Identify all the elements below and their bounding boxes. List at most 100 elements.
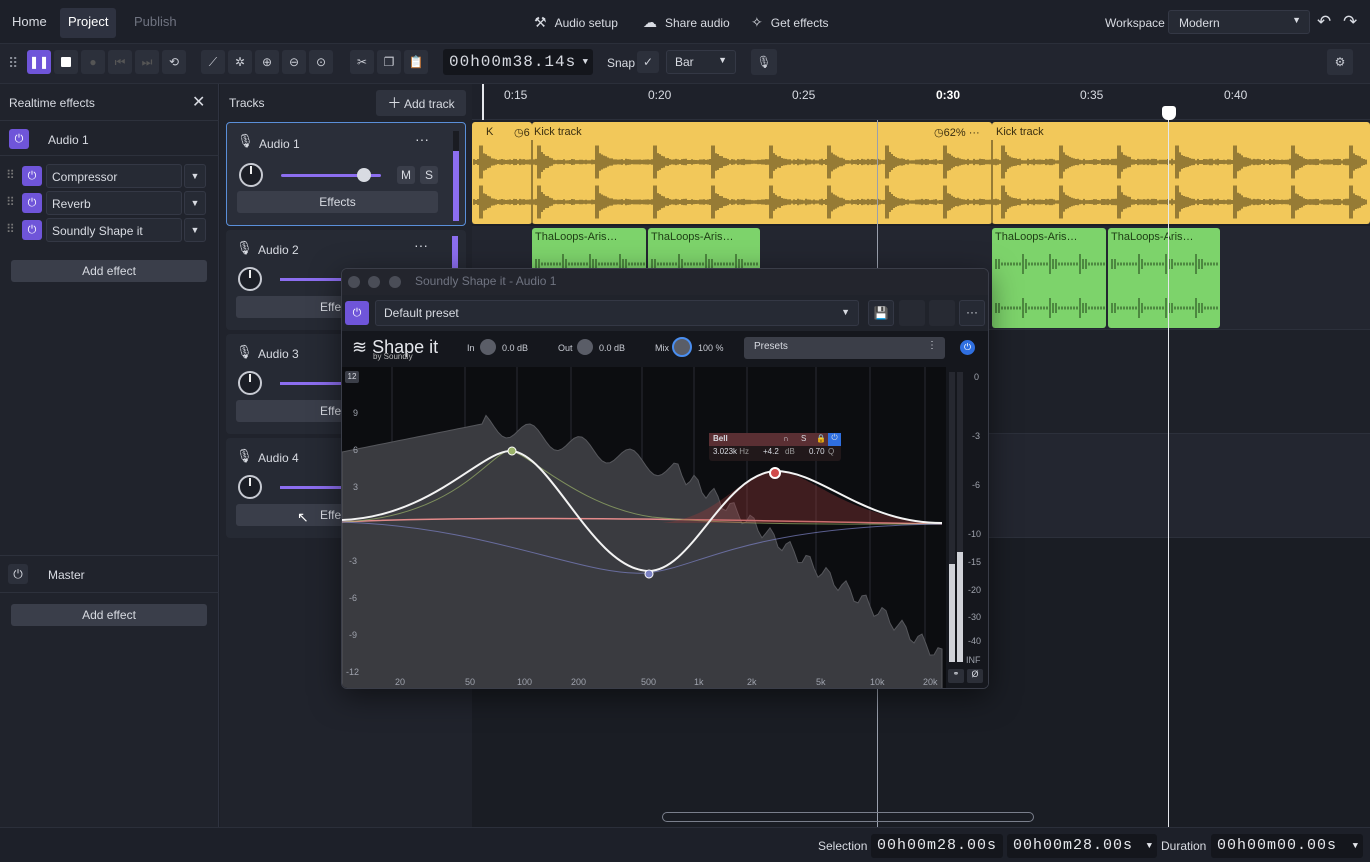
band-power-icon[interactable]: ⏻ [828, 433, 841, 446]
drag-handle-icon[interactable]: ⠿ [8, 55, 18, 72]
chevron-down-icon[interactable]: ▼ [184, 218, 206, 242]
cut-button[interactable]: ✂ [350, 50, 374, 74]
get-effects-button[interactable]: ✧ Get effects [751, 14, 829, 31]
pan-knob[interactable] [238, 475, 262, 499]
drag-handle-icon[interactable]: ⠿ [6, 222, 15, 236]
bell-shape-icon[interactable]: ∩ [783, 434, 789, 443]
clock-icon: ◷6 [514, 126, 530, 139]
zoom-in-button[interactable]: ⊕ [255, 50, 279, 74]
more-options-icon[interactable]: ··· [415, 131, 429, 147]
output-meter-panel: 0 -3 -6 -10 -15 -20 -30 -40 INF ⚭ Ø [946, 367, 989, 689]
share-audio-button[interactable]: ☁ Share audio [643, 14, 730, 31]
y-axis-label: -6 [349, 593, 357, 603]
preset-select[interactable]: Default preset ▼ [375, 300, 859, 326]
tab-publish[interactable]: Publish [126, 8, 185, 38]
band-type: Bell [713, 434, 728, 443]
master-add-effect-button[interactable]: Add effect [11, 604, 207, 626]
pan-knob[interactable] [239, 163, 263, 187]
drag-handle-icon[interactable]: ⠿ [6, 195, 15, 209]
pan-knob[interactable] [238, 371, 262, 395]
skip-forward-button[interactable]: ⏭ [135, 50, 159, 74]
time-display[interactable]: 00h00m38.14s ▼ [443, 49, 593, 75]
microphone-button[interactable]: 🎙 [751, 49, 777, 75]
lock-icon[interactable]: 🔒 [816, 434, 826, 443]
effect-name-shape-it[interactable]: Soundly Shape it [46, 218, 182, 242]
power-icon[interactable]: ⏻ [9, 129, 29, 149]
tab-project[interactable]: Project [60, 8, 116, 38]
redo-icon[interactable] [929, 300, 955, 326]
effects-button[interactable]: Effects [237, 191, 438, 213]
power-icon[interactable]: ⏻ [345, 301, 369, 325]
more-options-icon[interactable]: ··· [414, 237, 428, 253]
pan-knob[interactable] [238, 267, 262, 291]
playhead-handle[interactable] [1162, 106, 1176, 120]
presets-select[interactable]: Presets ⋮ [744, 337, 945, 359]
power-icon[interactable]: ⏻ [8, 564, 28, 584]
close-icon[interactable]: ✕ [192, 92, 205, 112]
effect-name-reverb[interactable]: Reverb [46, 191, 182, 215]
timeline-ruler[interactable]: 0:15 0:20 0:25 0:30 0:35 0:40 [472, 84, 1370, 120]
power-icon[interactable]: ⏻ [22, 193, 42, 213]
plugin-title-bar[interactable]: Soundly Shape it - Audio 1 [342, 269, 989, 295]
add-effect-button[interactable]: Add effect [11, 260, 207, 282]
duration-field[interactable]: 00h00m00.00s ▼ [1211, 834, 1363, 858]
audio-setup-button[interactable]: ⚒ Audio setup [534, 14, 618, 31]
settings-button[interactable]: ⚙ [1327, 49, 1353, 75]
snap-select[interactable]: Bar ▼ [666, 50, 736, 74]
eq-graph[interactable] [342, 367, 989, 689]
master-label: Master [48, 568, 85, 582]
redo-icon[interactable]: ↷ [1343, 12, 1357, 32]
close-window-button[interactable] [348, 276, 360, 288]
ruler-tick: 0:25 [792, 88, 815, 102]
undo-icon[interactable] [899, 300, 925, 326]
minimize-window-button[interactable] [368, 276, 380, 288]
record-button[interactable]: ● [81, 50, 105, 74]
drag-handle-icon[interactable]: ⠿ [6, 168, 15, 182]
shapeit-brand-sub: by Soundly [373, 352, 413, 361]
link-icon[interactable]: ⚭ [948, 669, 964, 683]
mute-button[interactable]: M [397, 166, 415, 184]
zoom-out-button[interactable]: ⊖ [282, 50, 306, 74]
phase-icon[interactable]: Ø [967, 669, 983, 683]
band-solo-button[interactable]: S [801, 434, 806, 443]
eq-display[interactable]: 12 9 6 3 -3 -6 -9 -12 20 50 100 200 500 … [342, 367, 989, 689]
snap-checkbox[interactable]: ✓ [637, 51, 659, 73]
skip-back-button[interactable]: ⏮ [108, 50, 132, 74]
paste-button[interactable]: 📋 [404, 50, 428, 74]
workspace-select[interactable]: Modern ▼ [1168, 10, 1310, 34]
more-options-icon[interactable]: ··· [959, 300, 985, 326]
horizontal-scrollbar[interactable] [662, 812, 1034, 822]
loop-button[interactable]: ⟲ [162, 50, 186, 74]
chevron-down-icon[interactable]: ▼ [184, 191, 206, 215]
master-header: ⏻ Master [0, 555, 219, 593]
chevron-down-icon[interactable]: ▼ [184, 164, 206, 188]
solo-button[interactable]: S [420, 166, 438, 184]
tab-home[interactable]: Home [4, 8, 55, 38]
meter-label: -15 [968, 557, 981, 567]
copy-button[interactable]: ❐ [377, 50, 401, 74]
output-gain-knob[interactable] [577, 339, 593, 355]
save-icon[interactable]: 💾 [868, 300, 894, 326]
skip-back-icon: ⏮ [115, 55, 126, 70]
add-track-button[interactable]: ＋ Add track [376, 90, 466, 116]
selection-start-field[interactable]: 00h00m28.00s [871, 834, 1003, 858]
undo-icon[interactable]: ↶ [1317, 12, 1331, 32]
multi-tool-button[interactable]: ✲ [228, 50, 252, 74]
selection-end-field[interactable]: 00h00m28.00s ▼ [1007, 834, 1157, 858]
band-tooltip[interactable]: Bell ∩ S 🔒 ⏻ 3.023k Hz +4.2 dB 0.70 Q [709, 433, 841, 461]
stop-button[interactable] [54, 50, 78, 74]
power-icon[interactable]: ⏻ [22, 220, 42, 240]
maximize-window-button[interactable] [389, 276, 401, 288]
track-header-audio-1[interactable]: 🎙 Audio 1 ··· M S Effects [226, 122, 466, 226]
input-gain-knob[interactable] [480, 339, 496, 355]
preset-bar: ⏻ Default preset ▼ 💾 ··· [342, 295, 989, 331]
envelope-tool-button[interactable]: ⟋ [201, 50, 225, 74]
pause-button[interactable]: ❚❚ [27, 50, 51, 74]
effect-name-compressor[interactable]: Compressor [46, 164, 182, 188]
volume-slider-thumb[interactable] [357, 168, 371, 182]
mix-knob[interactable] [672, 337, 692, 357]
power-icon[interactable]: ⏻ [22, 166, 42, 186]
band-q-unit: Q [828, 447, 834, 456]
zoom-fit-button[interactable]: ⊙ [309, 50, 333, 74]
bypass-power-icon[interactable]: ⏻ [960, 340, 975, 355]
